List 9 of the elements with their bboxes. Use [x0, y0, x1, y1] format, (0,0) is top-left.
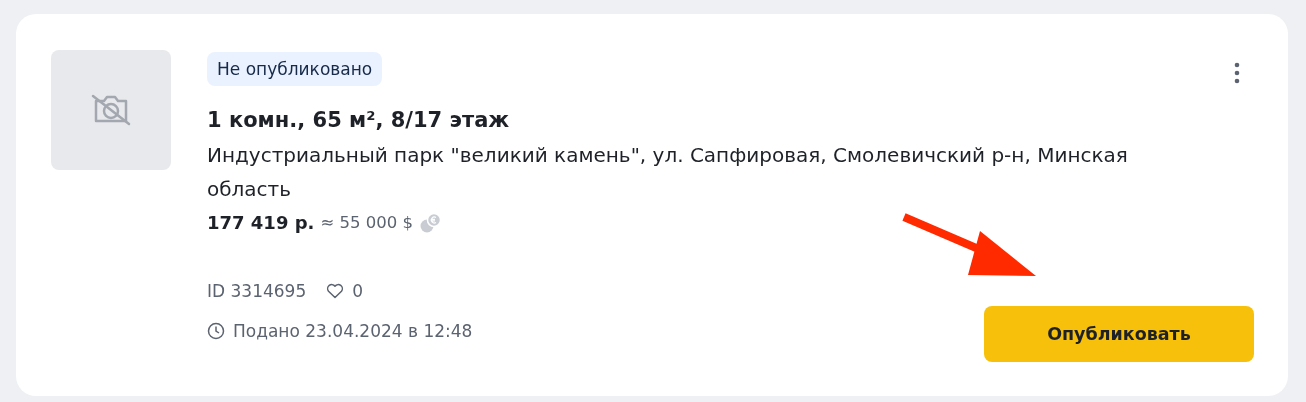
publish-button[interactable]: Опубликовать — [984, 306, 1254, 362]
status-badge: Не опубликовано — [207, 52, 383, 86]
listing-address: Индустриальный парк "великий камень", ул. Сапфировая, Смолевичский р-н, Минская область — [207, 142, 1129, 203]
listing-id: ID 3314695 — [207, 281, 307, 301]
price: 177 419 р. — [207, 212, 315, 233]
listing-title: 1 комн., 65 м², 8/17 этаж — [207, 108, 510, 132]
submitted-date: Подано 23.04.2024 в 12:48 — [233, 321, 473, 341]
likes-count: 0 — [352, 281, 364, 301]
converted-price: ≈ 55 000 $ — [320, 213, 413, 232]
